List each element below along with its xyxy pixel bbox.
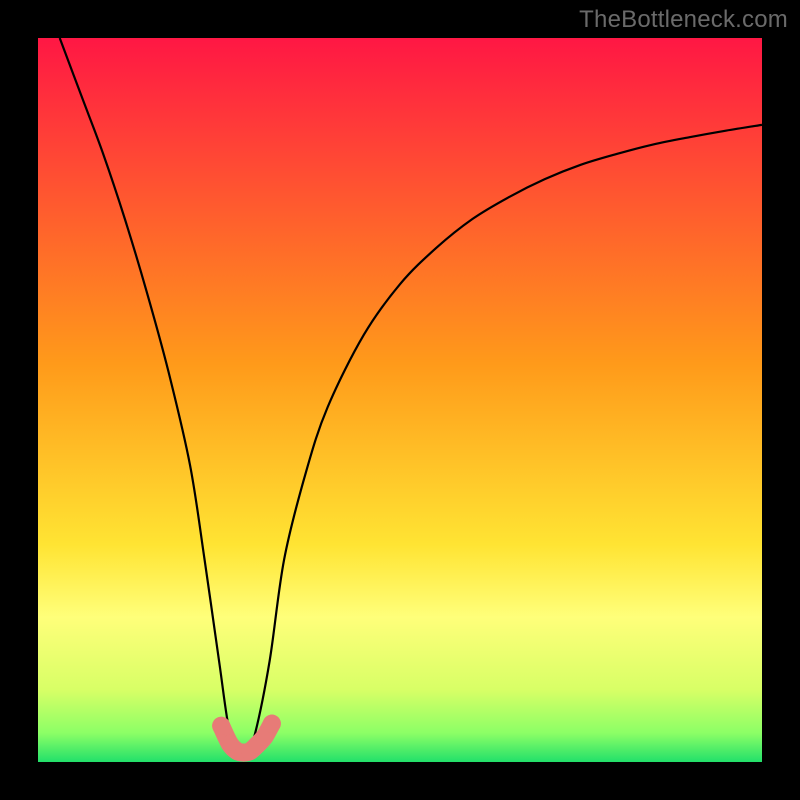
chart-frame: TheBottleneck.com: [0, 0, 800, 800]
highlight-dot: [263, 715, 281, 733]
chart-svg: [38, 38, 762, 762]
plot-area: [38, 38, 762, 762]
highlight-dot: [212, 717, 230, 735]
gradient-background: [38, 38, 762, 762]
watermark-text: TheBottleneck.com: [579, 6, 788, 34]
